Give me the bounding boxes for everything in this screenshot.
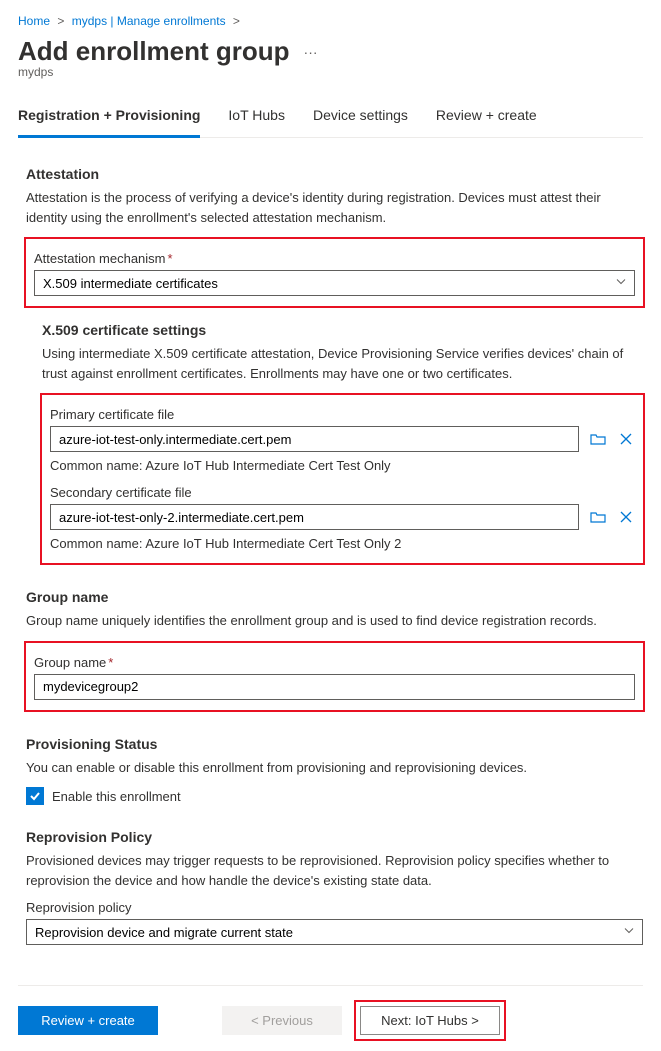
x509-desc: Using intermediate X.509 certificate att… xyxy=(42,344,643,383)
folder-icon[interactable] xyxy=(589,430,607,448)
reprovision-heading: Reprovision Policy xyxy=(26,829,643,845)
tab-device-settings[interactable]: Device settings xyxy=(313,97,408,138)
breadcrumb-home[interactable]: Home xyxy=(18,14,50,28)
secondary-cert-label: Secondary certificate file xyxy=(50,485,635,500)
page-title: Add enrollment group xyxy=(18,36,290,67)
more-actions-icon[interactable]: ··· xyxy=(304,44,318,60)
attestation-mechanism-label: Attestation mechanism* xyxy=(34,251,635,266)
page-subtitle: mydps xyxy=(18,65,643,79)
review-create-button[interactable]: Review + create xyxy=(18,1006,158,1035)
section-attestation: Attestation Attestation is the process o… xyxy=(18,166,643,565)
tabs: Registration + Provisioning IoT Hubs Dev… xyxy=(18,97,643,138)
folder-icon[interactable] xyxy=(589,508,607,526)
section-provisioning-status: Provisioning Status You can enable or di… xyxy=(18,736,643,806)
enable-enrollment-label: Enable this enrollment xyxy=(52,789,181,804)
primary-cert-common-name: Common name: Azure IoT Hub Intermediate … xyxy=(50,458,635,473)
reprovision-policy-label: Reprovision policy xyxy=(26,900,643,915)
attestation-mechanism-select[interactable] xyxy=(34,270,635,296)
primary-cert-input[interactable] xyxy=(50,426,579,452)
section-reprovision-policy: Reprovision Policy Provisioned devices m… xyxy=(18,829,643,945)
primary-cert-label: Primary certificate file xyxy=(50,407,635,422)
highlight-certificate-files: Primary certificate file Common name: Az… xyxy=(40,393,645,565)
group-name-desc: Group name uniquely identifies the enrol… xyxy=(26,611,643,631)
highlight-next-button: Next: IoT Hubs > xyxy=(354,1000,506,1041)
highlight-attestation-mechanism: Attestation mechanism* xyxy=(24,237,645,308)
footer-actions: Review + create < Previous Next: IoT Hub… xyxy=(18,985,643,1041)
x509-heading: X.509 certificate settings xyxy=(42,322,643,338)
attestation-heading: Attestation xyxy=(26,166,643,182)
attestation-desc: Attestation is the process of verifying … xyxy=(26,188,643,227)
close-icon[interactable] xyxy=(617,508,635,526)
provisioning-heading: Provisioning Status xyxy=(26,736,643,752)
secondary-cert-common-name: Common name: Azure IoT Hub Intermediate … xyxy=(50,536,635,551)
reprovision-desc: Provisioned devices may trigger requests… xyxy=(26,851,643,890)
next-iot-hubs-button[interactable]: Next: IoT Hubs > xyxy=(360,1006,500,1035)
section-group-name: Group name Group name uniquely identifie… xyxy=(18,589,643,712)
reprovision-policy-select[interactable] xyxy=(26,919,643,945)
section-x509-settings: X.509 certificate settings Using interme… xyxy=(42,322,643,565)
breadcrumb-mydps[interactable]: mydps | Manage enrollments xyxy=(72,14,226,28)
previous-button: < Previous xyxy=(222,1006,342,1035)
group-name-heading: Group name xyxy=(26,589,643,605)
close-icon[interactable] xyxy=(617,430,635,448)
breadcrumb: Home > mydps | Manage enrollments > xyxy=(18,10,643,36)
highlight-group-name: Group name* xyxy=(24,641,645,712)
chevron-right-icon: > xyxy=(233,14,240,28)
group-name-label: Group name* xyxy=(34,655,635,670)
tab-registration-provisioning[interactable]: Registration + Provisioning xyxy=(18,97,200,138)
chevron-right-icon: > xyxy=(57,14,64,28)
provisioning-desc: You can enable or disable this enrollmen… xyxy=(26,758,643,778)
secondary-cert-input[interactable] xyxy=(50,504,579,530)
tab-review-create[interactable]: Review + create xyxy=(436,97,537,138)
enable-enrollment-checkbox[interactable] xyxy=(26,787,44,805)
tab-iot-hubs[interactable]: IoT Hubs xyxy=(228,97,285,138)
group-name-input[interactable] xyxy=(34,674,635,700)
